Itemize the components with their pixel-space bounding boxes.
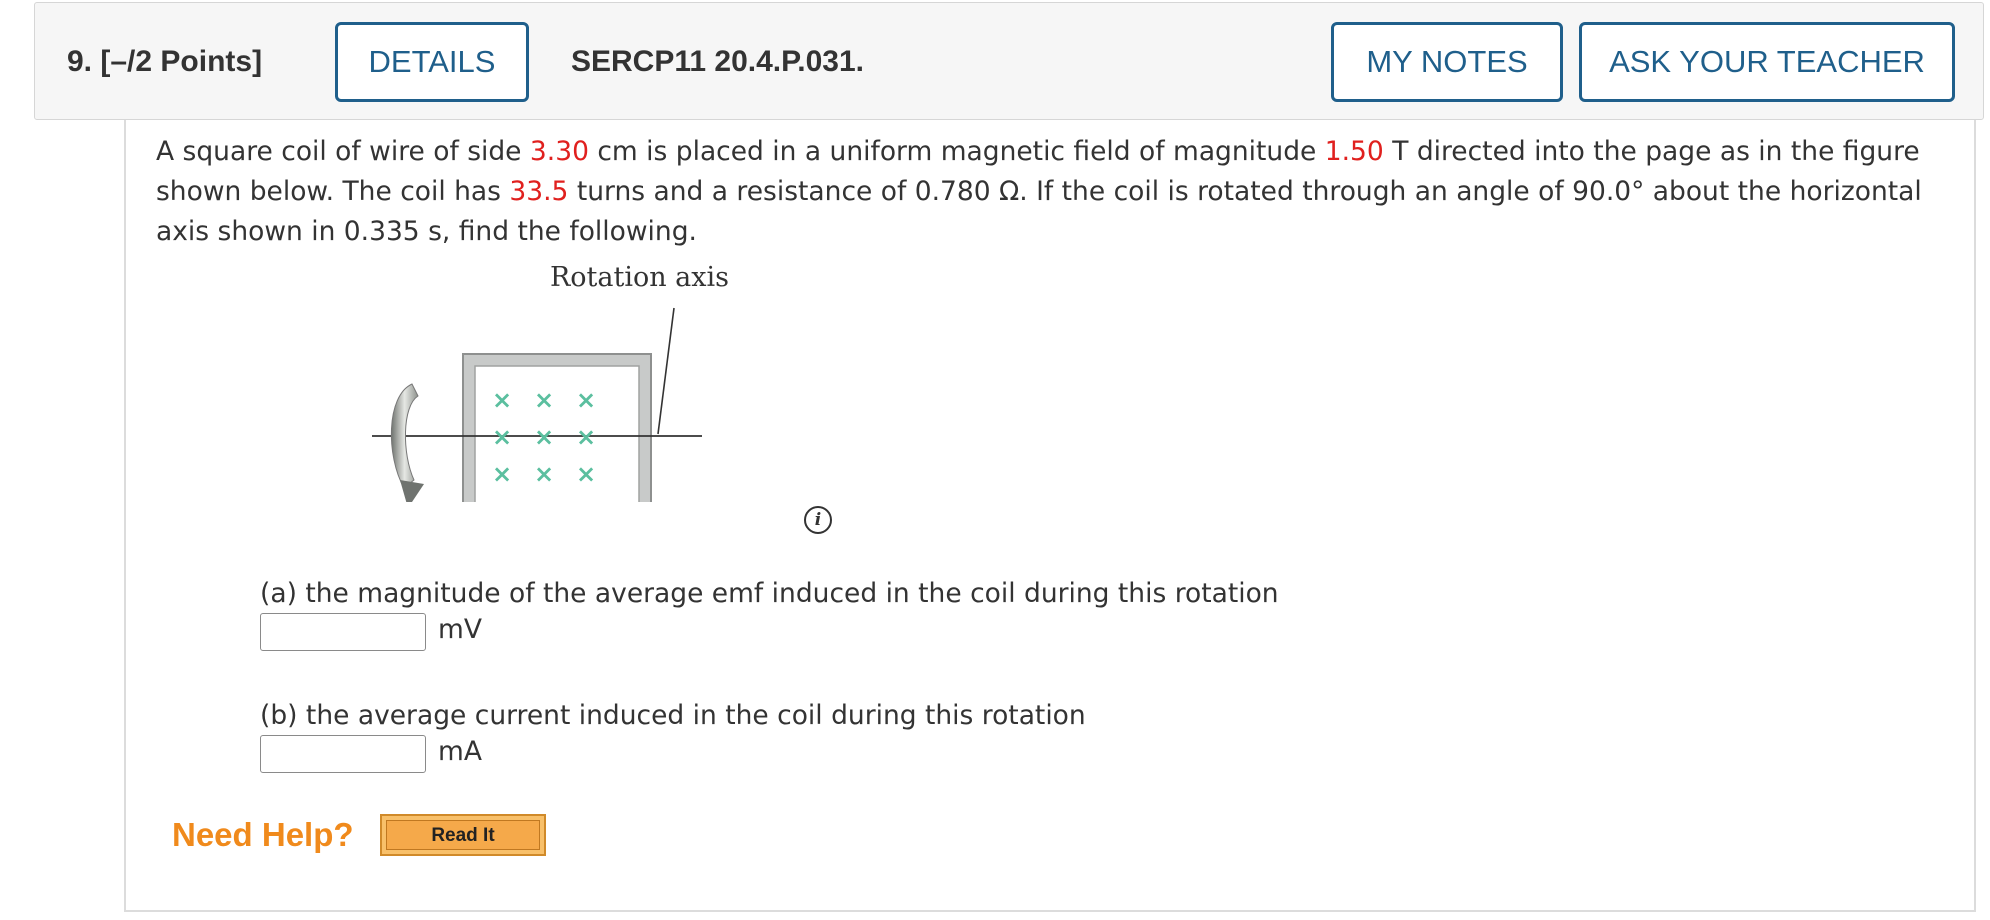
read-it-button[interactable]: Read It — [380, 814, 546, 856]
my-notes-button[interactable]: MY NOTES — [1331, 22, 1563, 102]
field-cross-icon: × — [576, 386, 596, 414]
part-b-label: (b) the average current induced in the c… — [260, 700, 1086, 731]
details-button[interactable]: DETAILS — [335, 22, 529, 102]
read-it-label: Read It — [386, 820, 540, 850]
field-cross-icon: × — [576, 497, 596, 502]
part-b-unit: mA — [438, 736, 482, 767]
field-cross-icon: × — [492, 386, 512, 414]
field-magnitude-value: 1.50 — [1324, 136, 1384, 167]
field-cross-icon: × — [534, 386, 554, 414]
field-cross-icon: × — [576, 423, 596, 451]
problem-text-segment: cm is placed in a uniform magnetic field… — [588, 136, 1325, 167]
info-icon[interactable]: i — [804, 506, 832, 534]
rotation-axis-label: Rotation axis — [550, 262, 729, 293]
axis-leader-line — [657, 307, 675, 435]
ask-your-teacher-button[interactable]: ASK YOUR TEACHER — [1579, 22, 1955, 102]
part-a-label: (a) the magnitude of the average emf ind… — [260, 578, 1279, 609]
question-body: A square coil of wire of side 3.30 cm is… — [124, 120, 1976, 912]
rotation-arrowhead-icon — [400, 480, 424, 502]
need-help-label: Need Help? — [172, 816, 354, 853]
turns-value: 33.5 — [509, 176, 569, 207]
magnetic-field-crosses: × × × × × × × × × × × × — [492, 386, 596, 502]
points-label: [–/2 Points] — [100, 45, 263, 78]
field-cross-icon: × — [534, 460, 554, 488]
question-number: 9. — [67, 45, 93, 78]
field-cross-icon: × — [534, 423, 554, 451]
side-length-value: 3.30 — [529, 136, 589, 167]
problem-code: SERCP11 20.4.P.031. — [571, 45, 864, 78]
question-number-points: 9. [–/2 Points] — [67, 45, 262, 79]
part-b-answer-input[interactable] — [260, 735, 426, 773]
problem-text-segment: A square coil of wire of side — [156, 136, 530, 167]
part-a-answer-input[interactable] — [260, 613, 426, 651]
coil-figure: Rotation axis × × × × × × × × × × × × — [372, 262, 729, 502]
problem-statement: A square coil of wire of side 3.30 cm is… — [156, 132, 1956, 252]
field-cross-icon: × — [534, 497, 554, 502]
field-cross-icon: × — [492, 497, 512, 502]
part-a-unit: mV — [438, 614, 482, 645]
field-cross-icon: × — [492, 460, 512, 488]
field-cross-icon: × — [492, 423, 512, 451]
field-cross-icon: × — [576, 460, 596, 488]
question-header: 9. [–/2 Points] DETAILS SERCP11 20.4.P.0… — [34, 2, 1984, 120]
